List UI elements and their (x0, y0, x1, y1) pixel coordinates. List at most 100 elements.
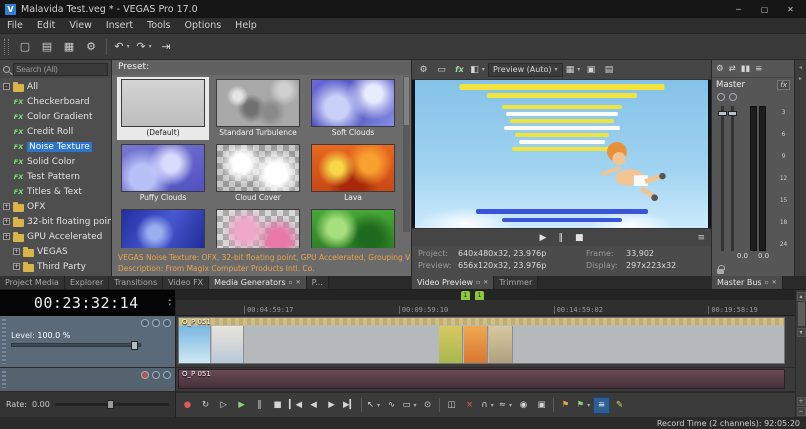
menu-file[interactable]: File (0, 20, 30, 31)
video-display[interactable] (412, 80, 711, 228)
scrollbar-thumb[interactable] (404, 77, 409, 125)
menu-edit[interactable]: Edit (30, 20, 62, 31)
zoom-out-button[interactable]: − (796, 407, 806, 416)
close-window-icon[interactable] (296, 279, 301, 286)
master-fx-icon[interactable]: fx (777, 79, 790, 90)
preset-soft-clouds[interactable]: Soft Clouds (307, 77, 399, 140)
float-window-icon[interactable] (476, 279, 480, 286)
audio-track-header[interactable] (0, 368, 175, 392)
record-arm-button[interactable] (141, 371, 149, 379)
play-button[interactable]: ▶ (233, 397, 250, 414)
preset-default[interactable]: (Default) (117, 77, 209, 140)
play-from-start-button[interactable]: ▷ (215, 397, 232, 414)
menu-options[interactable]: Options (178, 20, 229, 31)
video-output-fx-icon[interactable]: fx (452, 62, 467, 78)
tab-explorer[interactable]: Explorer (64, 276, 110, 289)
float-window-icon[interactable] (289, 279, 293, 286)
master-routing-icon[interactable]: ⇄ (729, 64, 736, 74)
tab-plugin[interactable]: P... (306, 276, 329, 289)
master-solo-button[interactable] (729, 93, 737, 101)
float-window-icon[interactable] (765, 279, 769, 286)
video-track-header[interactable]: Level: 100.0 % (0, 316, 175, 368)
tree-item-solid-color[interactable]: FX Solid Color (0, 154, 111, 169)
fader-handle[interactable] (717, 111, 727, 116)
selection-tool-button[interactable]: ▭ (401, 397, 418, 414)
expander-icon[interactable]: + (3, 218, 10, 225)
expander-icon[interactable]: - (3, 83, 10, 90)
track-solo-button[interactable] (163, 319, 171, 327)
timeline-marker[interactable]: 1 (474, 291, 484, 300)
tree-item-titles-text[interactable]: FX Titles & Text (0, 184, 111, 199)
redo-icon[interactable]: ↷ (134, 37, 154, 57)
preview-menu-icon[interactable]: ≡ (697, 233, 705, 243)
track-mute-button[interactable] (152, 371, 160, 379)
next-frame-button[interactable]: ▶ (323, 397, 340, 414)
rate-slider[interactable] (54, 400, 169, 409)
dock-expand-icon[interactable]: ▸ (799, 75, 802, 82)
rate-slider-handle[interactable] (107, 400, 115, 409)
envelope-tool-button[interactable]: ∿ (383, 397, 400, 414)
tree-item-vegas[interactable]: + VEGAS (0, 244, 111, 259)
go-to-end-button[interactable]: ▶▎ (341, 397, 358, 414)
previous-frame-button[interactable]: ◀ (305, 397, 322, 414)
lock-envelopes-button[interactable]: ◉ (515, 397, 532, 414)
preset-lava[interactable]: Lava (307, 142, 399, 205)
fader-handle[interactable] (727, 111, 737, 116)
preset-cloud-cover[interactable]: Cloud Cover (212, 142, 304, 205)
go-to-start-button[interactable]: ▎◀ (287, 397, 304, 414)
timeline-marker[interactable]: 1 (460, 291, 470, 300)
tab-transitions[interactable]: Transitions (109, 276, 164, 289)
lock-icon[interactable] (717, 265, 725, 274)
edit-tool-button[interactable]: ↖ (365, 397, 382, 414)
record-button[interactable]: ● (179, 397, 196, 414)
time-ruler[interactable]: 00:04:59:17 00:09:59:10 00:14:59:02 00:1… (176, 300, 795, 316)
tree-item-ofx[interactable]: + OFX (0, 199, 111, 214)
preview-pause-button[interactable]: ‖ (558, 233, 563, 243)
track-solo-button[interactable] (163, 371, 171, 379)
pause-button[interactable]: ‖ (251, 397, 268, 414)
insert-region-button[interactable]: ⚑ (575, 397, 592, 414)
tree-item-gpu-accelerated[interactable]: + GPU Accelerated (0, 229, 111, 244)
tree-item-color-gradient[interactable]: FX Color Gradient (0, 109, 111, 124)
publish-icon[interactable]: ⇥ (156, 37, 176, 57)
track-drag-handle[interactable] (2, 371, 6, 388)
delete-button[interactable]: × (461, 397, 478, 414)
timecode-display[interactable]: 00:23:32:14 (0, 290, 175, 316)
tab-video-preview[interactable]: Video Preview (412, 276, 495, 289)
external-monitor-icon[interactable]: ▭ (434, 62, 449, 78)
auto-ripple-button[interactable]: ≈ (497, 397, 514, 414)
tab-video-fx[interactable]: Video FX (163, 276, 210, 289)
zoom-tool-button[interactable]: ⊙ (419, 397, 436, 414)
enable-snapping-button[interactable]: ∩ (479, 397, 496, 414)
expander-icon[interactable]: + (13, 263, 20, 270)
scroll-down-button[interactable]: ▾ (796, 328, 806, 337)
tab-project-media[interactable]: Project Media (0, 276, 65, 289)
expander-icon[interactable]: + (3, 233, 10, 240)
project-properties-icon[interactable]: ⚙ (81, 37, 101, 57)
split-screen-icon[interactable]: ◧ (470, 62, 485, 78)
fader-right[interactable] (727, 106, 737, 251)
video-track-lane[interactable]: O_P 051 (176, 316, 795, 368)
tree-item-all[interactable]: - All (0, 79, 111, 94)
edit-details-button[interactable]: ✎ (611, 397, 628, 414)
save-snapshot-icon[interactable]: ▤ (602, 62, 617, 78)
track-fx-button[interactable] (141, 319, 149, 327)
level-slider-handle[interactable] (131, 341, 138, 350)
generator-search-input[interactable] (13, 62, 108, 76)
preview-play-button[interactable]: ▶ (540, 233, 547, 243)
ignore-event-grouping-button[interactable]: ▣ (533, 397, 550, 414)
menu-help[interactable]: Help (228, 20, 264, 31)
stop-button[interactable]: ■ (269, 397, 286, 414)
new-project-icon[interactable]: ▢ (15, 37, 35, 57)
split-button[interactable]: ◫ (443, 397, 460, 414)
close-window-icon[interactable] (772, 279, 777, 286)
menu-view[interactable]: View (62, 20, 99, 31)
open-project-icon[interactable]: ▤ (37, 37, 57, 57)
master-mute-button[interactable] (717, 93, 725, 101)
preset-scrollbar[interactable] (403, 76, 410, 232)
preset-puffy-clouds[interactable]: Puffy Clouds (117, 142, 209, 205)
scroll-up-button[interactable]: ▴ (796, 292, 806, 301)
level-slider[interactable] (11, 341, 141, 350)
insert-marker-button[interactable]: ⚑ (557, 397, 574, 414)
close-window-icon[interactable] (483, 279, 488, 286)
